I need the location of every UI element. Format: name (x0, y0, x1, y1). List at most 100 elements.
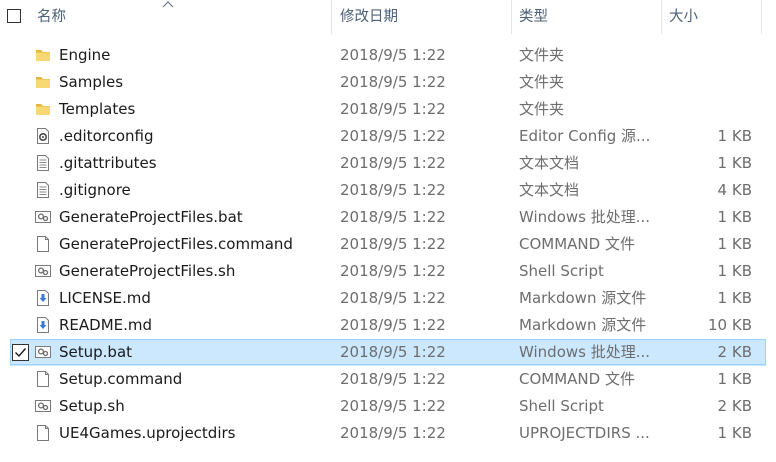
file-size: 1 KB (717, 289, 752, 307)
file-type: Shell Script (519, 397, 604, 415)
file-type: Windows 批处理... (519, 208, 651, 226)
file-type: Shell Script (519, 262, 604, 280)
file-name: Samples (59, 73, 124, 91)
column-divider[interactable] (761, 0, 762, 34)
file-size: 1 KB (717, 154, 752, 172)
file-row[interactable]: Engine 2018/9/5 1:22 文件夹 (0, 42, 776, 69)
file-date: 2018/9/5 1:22 (340, 181, 446, 199)
folder-icon (34, 73, 52, 91)
file-type: COMMAND 文件 (519, 370, 635, 388)
file-size: 4 KB (717, 181, 752, 199)
file-name: .gitignore (59, 181, 131, 199)
config-file-icon (34, 127, 52, 145)
column-header-type[interactable]: 类型 (519, 0, 548, 34)
file-size: 10 KB (708, 316, 752, 334)
file-row[interactable]: UE4Games.uprojectdirs 2018/9/5 1:22 UPROJE… (0, 420, 776, 447)
file-date: 2018/9/5 1:22 (340, 154, 446, 172)
select-all-checkbox[interactable] (7, 9, 21, 23)
script-file-icon (34, 208, 52, 226)
file-row[interactable]: LICENSE.md 2018/9/5 1:22 Markdown 源文件 1 KB (0, 285, 776, 312)
file-name: GenerateProjectFiles.command (59, 235, 293, 253)
file-row[interactable]: .gitignore 2018/9/5 1:22 文本文档 4 KB (0, 177, 776, 204)
file-name: .editorconfig (59, 127, 154, 145)
file-type: Markdown 源文件 (519, 316, 647, 334)
markdown-file-icon (34, 289, 52, 307)
script-file-icon (34, 343, 52, 361)
file-date: 2018/9/5 1:22 (340, 424, 446, 442)
column-header-date[interactable]: 修改日期 (340, 0, 398, 34)
file-date: 2018/9/5 1:22 (340, 127, 446, 145)
column-header-name[interactable]: 名称 (37, 0, 66, 34)
column-divider[interactable] (511, 0, 512, 34)
file-row[interactable]: GenerateProjectFiles.sh 2018/9/5 1:22 Shel… (0, 258, 776, 285)
file-date: 2018/9/5 1:22 (340, 235, 446, 253)
file-size: 1 KB (717, 424, 752, 442)
file-name: Templates (59, 100, 136, 118)
column-divider[interactable] (661, 0, 662, 34)
file-date: 2018/9/5 1:22 (340, 343, 446, 361)
file-date: 2018/9/5 1:22 (340, 208, 446, 226)
file-name: Setup.command (59, 370, 183, 388)
text-file-icon (34, 181, 52, 199)
file-date: 2018/9/5 1:22 (340, 397, 446, 415)
file-row[interactable]: GenerateProjectFiles.command 2018/9/5 1:2… (0, 231, 776, 258)
file-type: 文件夹 (519, 73, 565, 91)
file-type: Windows 批处理... (519, 343, 651, 361)
file-name: README.md (59, 316, 153, 334)
file-type: 文本文档 (519, 181, 580, 199)
script-file-icon (34, 397, 52, 415)
file-date: 2018/9/5 1:22 (340, 46, 446, 64)
file-type: 文本文档 (519, 154, 580, 172)
file-name: Engine (59, 46, 111, 64)
file-type: Editor Config 源... (519, 127, 651, 145)
file-size: 2 KB (717, 397, 752, 415)
file-name: UE4Games.uprojectdirs (59, 424, 236, 442)
file-size: 1 KB (717, 127, 752, 145)
file-row[interactable]: Setup.command 2018/9/5 1:22 COMMAND 文件 1 KB (0, 366, 776, 393)
file-size: 2 KB (717, 343, 752, 361)
file-row[interactable]: README.md 2018/9/5 1:22 Markdown 源文件 10 KB (0, 312, 776, 339)
file-name: GenerateProjectFiles.bat (59, 208, 243, 226)
file-row[interactable]: GenerateProjectFiles.bat 2018/9/5 1:22 Win… (0, 204, 776, 231)
script-file-icon (34, 262, 52, 280)
file-date: 2018/9/5 1:22 (340, 73, 446, 91)
file-name: Setup.bat (59, 343, 133, 361)
markdown-file-icon (34, 316, 52, 334)
sort-ascending-icon (162, 1, 174, 8)
column-header-size[interactable]: 大小 (669, 0, 698, 34)
file-size: 1 KB (717, 235, 752, 253)
file-date: 2018/9/5 1:22 (340, 289, 446, 307)
file-row[interactable]: .editorconfig 2018/9/5 1:22 Editor Config … (0, 123, 776, 150)
file-row[interactable]: Setup.sh 2018/9/5 1:22 Shell Script 2 KB (0, 393, 776, 420)
file-date: 2018/9/5 1:22 (340, 100, 446, 118)
file-type: 文件夹 (519, 100, 565, 118)
column-divider[interactable] (331, 0, 332, 34)
file-size: 1 KB (717, 370, 752, 388)
file-row[interactable]: Templates 2018/9/5 1:22 文件夹 (0, 96, 776, 123)
file-row[interactable]: .gitattributes 2018/9/5 1:22 文本文档 1 KB (0, 150, 776, 177)
blank-file-icon (34, 235, 52, 253)
text-file-icon (34, 154, 52, 172)
file-type: 文件夹 (519, 46, 565, 64)
file-type: Markdown 源文件 (519, 289, 647, 307)
folder-icon (34, 100, 52, 118)
file-name: Setup.sh (59, 397, 125, 415)
checkmark-icon (15, 348, 27, 358)
file-size: 1 KB (717, 208, 752, 226)
row-checkbox[interactable] (12, 344, 29, 361)
file-type: COMMAND 文件 (519, 235, 635, 253)
blank-file-icon (34, 424, 52, 442)
column-header-bar: 名称 修改日期 类型 大小 (0, 0, 776, 34)
file-row[interactable]: Setup.bat 2018/9/5 1:22 Windows 批处理... 2 KB (0, 339, 776, 366)
file-name: LICENSE.md (59, 289, 151, 307)
file-name: GenerateProjectFiles.sh (59, 262, 236, 280)
file-size: 1 KB (717, 262, 752, 280)
file-date: 2018/9/5 1:22 (340, 262, 446, 280)
file-row[interactable]: Samples 2018/9/5 1:22 文件夹 (0, 69, 776, 96)
file-name: .gitattributes (59, 154, 157, 172)
file-date: 2018/9/5 1:22 (340, 370, 446, 388)
file-date: 2018/9/5 1:22 (340, 316, 446, 334)
blank-file-icon (34, 370, 52, 388)
file-type: UPROJECTDIRS ... (519, 424, 650, 442)
folder-icon (34, 46, 52, 64)
